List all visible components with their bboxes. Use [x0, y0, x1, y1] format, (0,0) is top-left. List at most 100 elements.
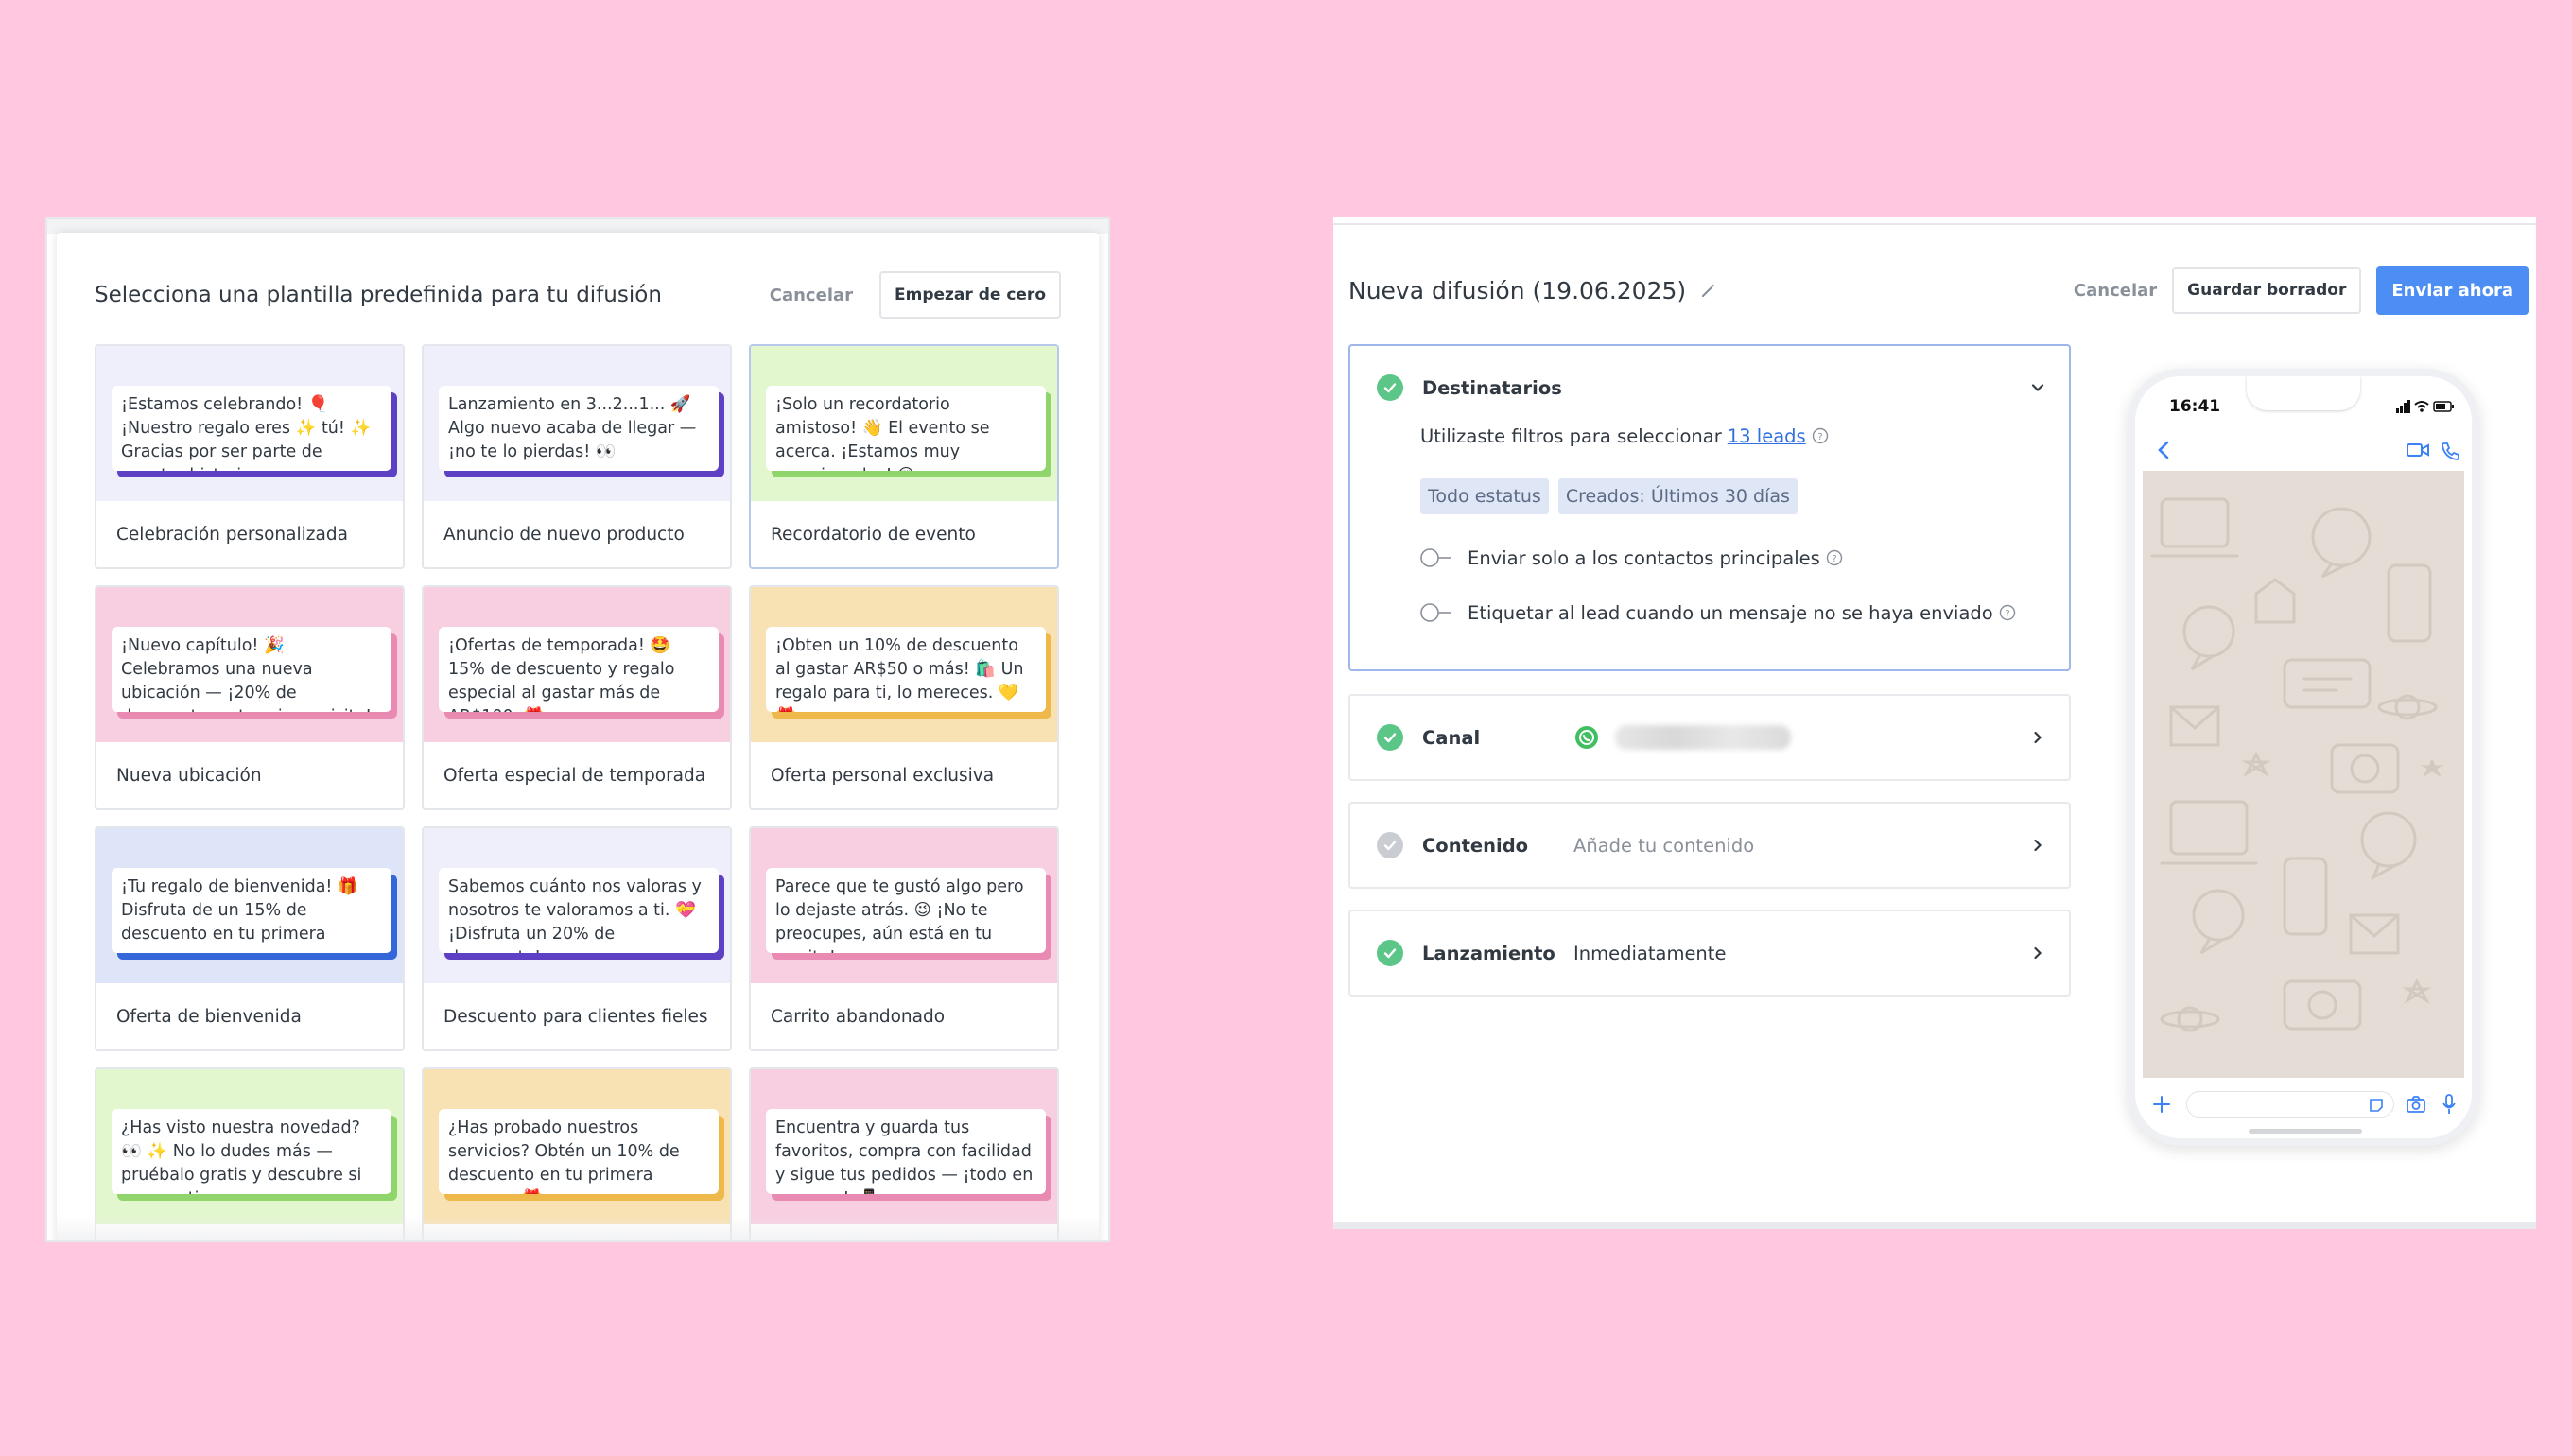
launch-section[interactable]: Lanzamiento Inmediatamente	[1348, 910, 2071, 997]
template-card[interactable]: ¿Has probado nuestros servicios? Obtén u…	[422, 1067, 732, 1240]
chat-wallpaper	[2143, 471, 2464, 1078]
start-from-scratch-button[interactable]: Empezar de cero	[879, 271, 1061, 319]
filters-line: Utilizaste filtros para seleccionar 13 l…	[1420, 422, 2046, 450]
broadcast-editor-panel: Nueva difusión (19.06.2025) Cancelar Gua…	[1333, 217, 2536, 1229]
content-row[interactable]: Contenido Añade tu contenido	[1377, 804, 2046, 887]
template-card[interactable]: Sabemos cuánto nos valoras y nosotros te…	[422, 826, 732, 1051]
template-card[interactable]: ¿Has visto nuestra novedad? 👀 ✨ No lo du…	[95, 1067, 405, 1240]
template-grid: ¡Estamos celebrando! 🎈 ¡Nuestro regalo e…	[95, 344, 1059, 1240]
channel-value	[1573, 724, 2029, 751]
template-message-bubble: ¡Estamos celebrando! 🎈 ¡Nuestro regalo e…	[112, 386, 391, 471]
phone-status-bar: 16:41	[2135, 376, 2472, 424]
chevron-right-icon[interactable]	[2029, 729, 2046, 746]
microphone-icon[interactable]	[2442, 1093, 2457, 1116]
help-icon[interactable]: ?	[1999, 604, 2016, 621]
template-preview: ¿Has visto nuestra novedad? 👀 ✨ No lo du…	[96, 1069, 403, 1224]
sticker-icon[interactable]	[2368, 1097, 2385, 1114]
home-indicator	[2249, 1129, 2362, 1134]
svg-text:?: ?	[1832, 554, 1836, 564]
leads-link[interactable]: 13 leads	[1728, 425, 1806, 447]
recipients-section: Destinatarios Utilizaste filtros para se…	[1348, 344, 2071, 671]
plus-icon[interactable]	[2152, 1095, 2171, 1114]
template-preview: ¿Has probado nuestros servicios? Obtén u…	[424, 1069, 730, 1224]
modal-header: Selecciona una plantilla predefinida par…	[95, 270, 1061, 320]
content-title: Contenido	[1422, 834, 1529, 857]
launch-row[interactable]: Lanzamiento Inmediatamente	[1377, 911, 2046, 995]
send-now-button[interactable]: Enviar ahora	[2376, 266, 2529, 315]
channel-section[interactable]: Canal	[1348, 694, 2071, 781]
phone-time: 16:41	[2169, 397, 2221, 416]
template-card[interactable]: ¡Tu regalo de bienvenida! 🎁 Disfruta de …	[95, 826, 405, 1051]
camera-icon[interactable]	[2406, 1095, 2426, 1114]
template-label: Anuncio de nuevo producto	[443, 524, 685, 545]
template-preview: ¡Solo un recordatorio amistoso! 👋 El eve…	[751, 346, 1057, 501]
template-card[interactable]: ¡Ofertas de temporada! 🤩 15% de descuent…	[422, 585, 732, 810]
filter-chip-created[interactable]: Creados: Últimos 30 días	[1557, 478, 1798, 514]
template-message-bubble: ¡Tu regalo de bienvenida! 🎁 Disfruta de …	[112, 868, 391, 953]
pencil-icon[interactable]	[1699, 281, 1718, 300]
video-call-icon[interactable]	[2406, 441, 2430, 459]
main-contacts-label: Enviar solo a los contactos principales	[1468, 546, 1820, 569]
chevron-right-icon[interactable]	[2029, 945, 2046, 962]
broadcast-title: Nueva difusión (19.06.2025)	[1348, 276, 1687, 304]
launch-value: Inmediatamente	[1573, 942, 1727, 964]
template-message-bubble: ¡Ofertas de temporada! 🤩 15% de descuent…	[439, 627, 719, 712]
filter-chips: Todo estatus Creados: Últimos 30 días	[1420, 478, 2046, 514]
template-card[interactable]: ¡Nuevo capítulo! 🎉 Celebramos una nueva …	[95, 585, 405, 810]
template-label: Descuento para clientes fieles	[443, 1006, 708, 1027]
content-placeholder: Añade tu contenido	[1573, 834, 1755, 857]
main-contacts-toggle-row: Enviar solo a los contactos principales …	[1420, 539, 2046, 577]
help-icon[interactable]: ?	[1812, 427, 1829, 444]
help-icon[interactable]: ?	[1826, 549, 1843, 566]
save-draft-button[interactable]: Guardar borrador	[2172, 267, 2362, 314]
template-preview: ¡Tu regalo de bienvenida! 🎁 Disfruta de …	[96, 828, 403, 983]
chat-text-input[interactable]	[2186, 1091, 2394, 1118]
template-message-bubble: Sabemos cuánto nos valoras y nosotros te…	[439, 868, 719, 953]
toggle-off-icon[interactable]	[1418, 546, 1452, 569]
cancel-button[interactable]: Cancelar	[2074, 281, 2157, 301]
template-card[interactable]: ¡Obten un 10% de descuento al gastar AR$…	[749, 585, 1059, 810]
check-circle-icon	[1377, 832, 1403, 858]
launch-title: Lanzamiento	[1422, 942, 1555, 964]
chevron-right-icon[interactable]	[2029, 837, 2046, 854]
chevron-down-icon[interactable]	[2029, 379, 2046, 396]
template-card[interactable]: Parece que te gustó algo pero lo dejaste…	[749, 826, 1059, 1051]
filter-chip-status[interactable]: Todo estatus	[1420, 478, 1549, 514]
template-card[interactable]: Encuentra y guarda tus favoritos, compra…	[749, 1067, 1059, 1240]
recipients-body: Utilizaste filtros para seleccionar 13 l…	[1420, 422, 2046, 632]
channel-row[interactable]: Canal	[1377, 696, 2046, 779]
svg-text:?: ?	[2005, 609, 2009, 619]
template-label: Oferta personal exclusiva	[771, 765, 995, 786]
template-modal: Selecciona una plantilla predefinida par…	[57, 233, 1099, 1240]
template-message-bubble: ¿Has visto nuestra novedad? 👀 ✨ No lo du…	[112, 1109, 391, 1194]
svg-text:?: ?	[1817, 432, 1822, 442]
template-preview: Sabemos cuánto nos valoras y nosotros te…	[424, 828, 730, 983]
signal-wifi-battery-icon	[2396, 400, 2454, 413]
template-message-bubble: Parece que te gustó algo pero lo dejaste…	[766, 868, 1046, 953]
cancel-button[interactable]: Cancelar	[770, 286, 853, 305]
channel-title: Canal	[1422, 726, 1481, 749]
recipients-header[interactable]: Destinatarios	[1377, 346, 2046, 429]
template-card[interactable]: ¡Solo un recordatorio amistoso! 👋 El eve…	[749, 344, 1059, 569]
template-card[interactable]: Lanzamiento en 3...2...1... 🚀 Algo nuevo…	[422, 344, 732, 569]
template-preview: Encuentra y guarda tus favoritos, compra…	[751, 1069, 1057, 1224]
template-card[interactable]: ¡Estamos celebrando! 🎈 ¡Nuestro regalo e…	[95, 344, 405, 569]
tag-lead-label: Etiquetar al lead cuando un mensaje no s…	[1468, 601, 1993, 624]
template-message-bubble: Encuentra y guarda tus favoritos, compra…	[766, 1109, 1046, 1194]
phone-preview: 16:41	[2128, 369, 2479, 1146]
scroll-fade	[57, 1216, 1099, 1240]
template-label: Celebración personalizada	[116, 524, 348, 545]
check-circle-icon	[1377, 374, 1403, 401]
template-message-bubble: Lanzamiento en 3...2...1... 🚀 Algo nuevo…	[439, 386, 719, 471]
template-preview: Parece que te gustó algo pero lo dejaste…	[751, 828, 1057, 983]
content-section[interactable]: Contenido Añade tu contenido	[1348, 802, 2071, 889]
phone-call-icon[interactable]	[2440, 441, 2460, 461]
top-divider	[1333, 223, 2536, 225]
toggle-off-icon[interactable]	[1418, 601, 1452, 624]
template-label: Oferta de bienvenida	[116, 1006, 302, 1027]
chat-input-bar	[2135, 1078, 2472, 1135]
doodle-pattern	[2150, 497, 2443, 1032]
template-label: Nueva ubicación	[116, 765, 262, 786]
template-preview: ¡Ofertas de temporada! 🤩 15% de descuent…	[424, 587, 730, 742]
back-arrow-icon[interactable]	[2154, 439, 2173, 461]
